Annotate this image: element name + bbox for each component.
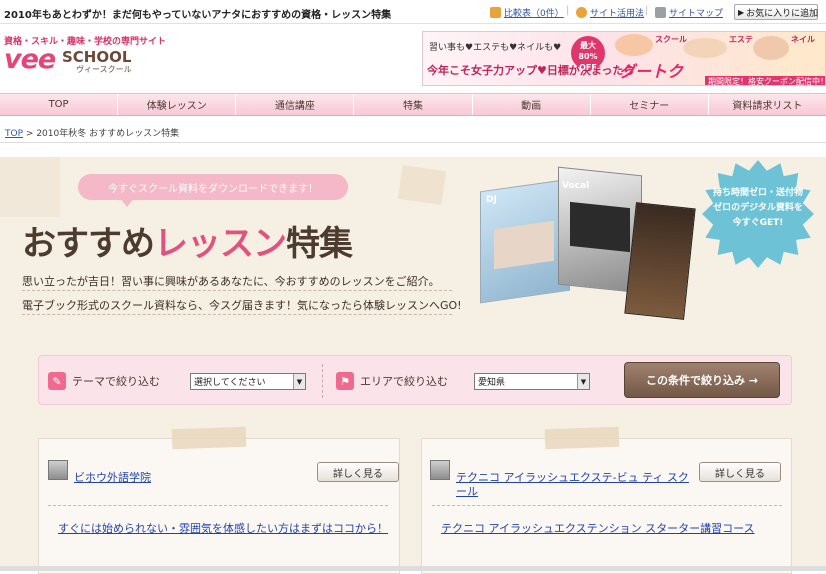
banner-line2: 今年こそ女子力アップ♥日標が決まったら <box>427 64 635 77</box>
arrow-right-icon: ▶ <box>738 7 745 17</box>
breadcrumb-current: 2010年秋冬 おすすめレッスン特集 <box>36 129 180 139</box>
theme-select-value: 選択してください <box>194 378 266 388</box>
theme-select[interactable]: 選択してください ▼ <box>190 373 306 390</box>
logo-kana: ヴィースクール <box>76 65 132 74</box>
area-filter-label: エリアで絞り込む <box>360 375 448 388</box>
nav-video[interactable]: 動画 <box>472 94 591 115</box>
detail-button[interactable]: 詳しく見る <box>699 462 781 482</box>
tape-decoration <box>171 426 247 450</box>
download-bubble: 今すぐスクール資料をダウンロードできます！ <box>78 174 348 200</box>
building-icon <box>48 460 68 480</box>
title-suffix: 特集 <box>286 224 353 264</box>
sitemap-icon <box>655 7 666 18</box>
banner-tag: ネイル <box>791 35 815 44</box>
banner-tag: スクール <box>655 35 687 44</box>
apply-filter-button[interactable]: この条件で絞り込み → <box>624 362 780 398</box>
filter-divider <box>322 364 323 398</box>
top-separator: | <box>566 5 570 16</box>
sitemap-link[interactable]: サイトマップ <box>655 6 723 19</box>
nav-request-list[interactable]: 資料請求リスト <box>708 94 826 115</box>
tape-decoration <box>544 426 620 450</box>
banner-tag: エステ <box>729 35 753 44</box>
banner-discount: 最大 80% OFF <box>571 36 605 72</box>
title-accent: レッスン <box>154 224 287 264</box>
badge-text: 持ち時間ゼロ・送付物ゼロのデジタル資料を今すぐGET! <box>712 188 803 228</box>
question-icon <box>576 7 587 18</box>
breadcrumb: TOP > 2010年秋冬 おすすめレッスン特集 <box>5 126 179 139</box>
sitemap-link-label: サイトマップ <box>669 9 724 19</box>
breadcrumb-sep: > <box>25 129 34 139</box>
chevron-down-icon: ▼ <box>293 374 305 389</box>
area-select-value: 愛知県 <box>478 378 506 388</box>
hero-title: おすすめレッスン特集 <box>22 216 353 265</box>
catalog-photo <box>494 220 554 270</box>
theme-filter-label: テーマで絞り込む <box>72 375 160 388</box>
pencil-icon: ✎ <box>48 372 66 390</box>
horizontal-scrollbar[interactable] <box>0 566 826 571</box>
building-icon <box>430 460 450 480</box>
divider <box>22 290 452 291</box>
banner-photo <box>615 34 653 56</box>
lesson-link[interactable]: テクニコ アイラッシュエクステンション スターター講習コース <box>441 521 771 536</box>
nav-features[interactable]: 特集 <box>354 94 473 115</box>
catalog-tag: DJ <box>486 195 497 205</box>
nav-trial-lesson[interactable]: 体験レッスン <box>118 94 237 115</box>
nav-correspondence[interactable]: 通信講座 <box>236 94 355 115</box>
breadcrumb-home[interactable]: TOP <box>5 129 23 139</box>
page-headline: 2010年もあとわずか！まだ何もやっていないアナタにおすすめの資格・レッスン特集 <box>4 10 392 21</box>
catalog-tag: Vocal <box>562 181 590 191</box>
site-guide-link-label: サイト活用法 <box>590 9 645 19</box>
bubble-tail <box>120 198 134 207</box>
flag-icon: ⚑ <box>336 372 354 390</box>
detail-button[interactable]: 詳しく見る <box>317 462 399 482</box>
logo-vee: vee <box>4 44 56 75</box>
book-decoration <box>397 165 447 205</box>
main-nav: TOP 体験レッスン 通信講座 特集 動画 セミナー 資料請求リスト <box>0 93 826 116</box>
compare-link[interactable]: 比較表（0件） <box>490 6 564 19</box>
divider <box>22 314 452 315</box>
add-favorite-button[interactable]: ▶ お気に入りに追加 <box>734 4 818 20</box>
banner-photo <box>753 36 789 60</box>
hero-description: 思い立ったが吉日！習い事に興味があるあなたに、今おすすめのレッスンをご紹介。 <box>22 275 440 288</box>
hero-description: 電子ブック形式のスクール資料なら、今スグ届きます！気になったら体験レッスンへGO… <box>22 299 462 312</box>
hero-decoration <box>0 157 60 217</box>
top-separator: | <box>645 5 649 16</box>
banner-badge: 期間限定！格安クーポン配信中！ <box>705 76 825 85</box>
school-name-link[interactable]: テクニコ アイラッシュエクステ-ビュ ティ スクール <box>456 471 692 499</box>
catalog-page <box>624 202 696 320</box>
site-guide-link[interactable]: サイト活用法 <box>576 6 644 19</box>
card-divider <box>48 505 388 506</box>
banner-line1: 習い事も♥エステも♥ネイルも♥ <box>429 43 562 53</box>
nav-top[interactable]: TOP <box>0 94 119 115</box>
compare-icon <box>490 7 501 18</box>
banner-brand: グートク <box>619 62 684 81</box>
banner-photo <box>683 38 727 58</box>
school-card <box>38 438 400 574</box>
catalog-image: DJ Vocal <box>470 165 696 320</box>
nav-seminar[interactable]: セミナー <box>590 94 709 115</box>
area-select[interactable]: 愛知県 ▼ <box>474 373 590 390</box>
school-card <box>421 438 792 574</box>
compare-link-label: 比較表（0件） <box>504 9 564 19</box>
ad-banner[interactable]: 習い事も♥エステも♥ネイルも♥ 今年こそ女子力アップ♥日標が決まったら 最大 8… <box>422 31 826 86</box>
catalog-photo <box>570 201 630 253</box>
card-divider <box>432 505 782 506</box>
lesson-link[interactable]: すぐには始められない・雰囲気を体感したい方はまずはココから！ <box>58 521 388 536</box>
school-name-link[interactable]: ビホウ外語学院 <box>74 471 151 485</box>
chevron-down-icon: ▼ <box>577 374 589 389</box>
add-favorite-label: お気に入りに追加 <box>746 8 819 19</box>
title-prefix: おすすめ <box>22 224 155 264</box>
